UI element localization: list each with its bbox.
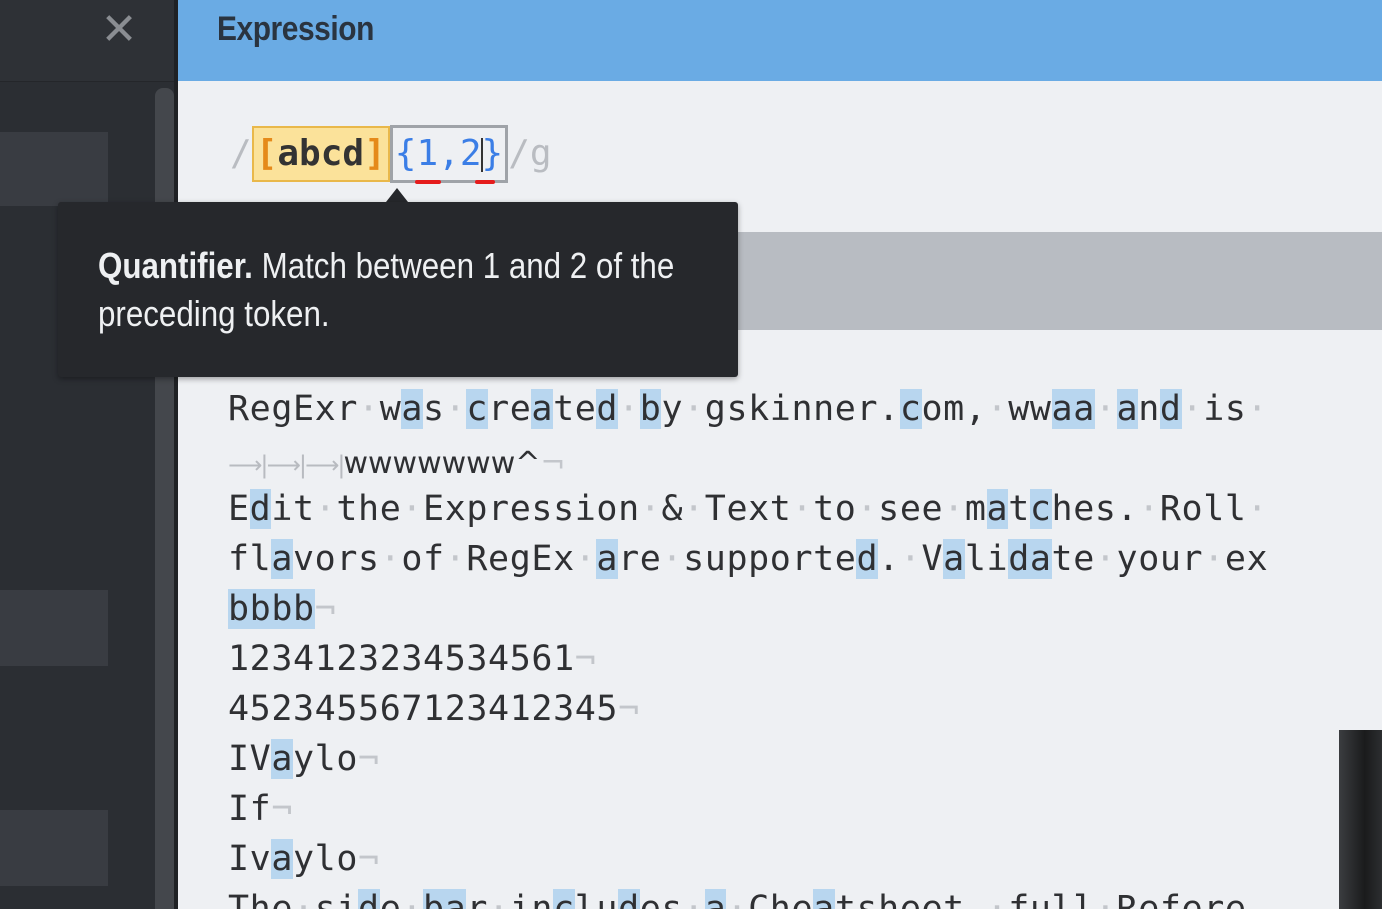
- sidebar-item[interactable]: [0, 132, 108, 206]
- quantifier-tooltip: Quantifier. Match between 1 and 2 of the…: [58, 202, 738, 377]
- text-line: Ivaylo¬: [228, 839, 380, 879]
- character-set-token[interactable]: [abcd]: [251, 126, 390, 182]
- quant-comma: ,: [438, 133, 460, 174]
- text-line: ⟶|⟶|⟶|wwwwwww^¬: [228, 446, 566, 481]
- expression-editor[interactable]: / [abcd] {1,2}/g: [230, 124, 552, 184]
- line-text: 1234123234534561: [228, 639, 575, 679]
- squiggle-annotation: [414, 180, 441, 184]
- squiggle-annotation: [474, 180, 495, 184]
- set-characters: abcd: [277, 133, 365, 174]
- page-title: Expression: [217, 10, 374, 48]
- expression-open-delimiter: /: [230, 133, 252, 174]
- expression-header: Expression: [178, 0, 1382, 81]
- line-text: If: [228, 789, 272, 829]
- sidebar-item[interactable]: [0, 810, 108, 886]
- text-line: If¬: [228, 789, 294, 829]
- sidebar-item[interactable]: [0, 590, 108, 666]
- quant-close-brace: }: [481, 133, 504, 174]
- expression-close-delimiter: /: [508, 133, 530, 174]
- text-line: Edit·the·Expression·&·Text·to·see·matche…: [228, 489, 1269, 529]
- set-open-bracket: [: [255, 133, 278, 174]
- quant-max: 2: [459, 133, 482, 174]
- text-line: RegExr·was·created·by·gskinner.com,·wwaa…: [228, 389, 1269, 429]
- tab-markers: ⟶|⟶|⟶|: [228, 451, 345, 479]
- text-line: flavors·of·RegEx·are·supported.·Validate…: [228, 539, 1269, 579]
- test-text-area[interactable]: RegExr·was·created·by·gskinner.com,·wwaa…: [178, 380, 1382, 909]
- video-thumbnail: [1339, 730, 1382, 909]
- close-icon[interactable]: ✕: [100, 8, 138, 52]
- quantifier-token[interactable]: {1,2}: [389, 125, 509, 184]
- matched-text: bbbb: [228, 589, 315, 629]
- expression-flags[interactable]: g: [530, 133, 552, 174]
- tooltip-arrow: [386, 188, 408, 202]
- sidebar-topbar: [0, 0, 176, 82]
- tooltip-text: Quantifier. Match between 1 and 2 of the…: [98, 242, 707, 338]
- set-close-bracket: ]: [364, 133, 386, 174]
- sidebar: ✕: [0, 0, 176, 909]
- quant-min: 1: [416, 133, 439, 174]
- quant-open-brace: {: [394, 133, 417, 174]
- text-line: IVaylo¬: [228, 739, 380, 779]
- text-line: 1234123234534561¬: [228, 639, 597, 679]
- tooltip-title: Quantifier.: [98, 245, 253, 286]
- text-line: 452345567123412345¬: [228, 689, 640, 729]
- tab-line-text: wwwwwww^: [343, 446, 541, 481]
- text-line: bbbb¬: [228, 589, 337, 629]
- text-line: The·side·bar·includes·a·Cheatsheet,·full…: [228, 884, 1247, 909]
